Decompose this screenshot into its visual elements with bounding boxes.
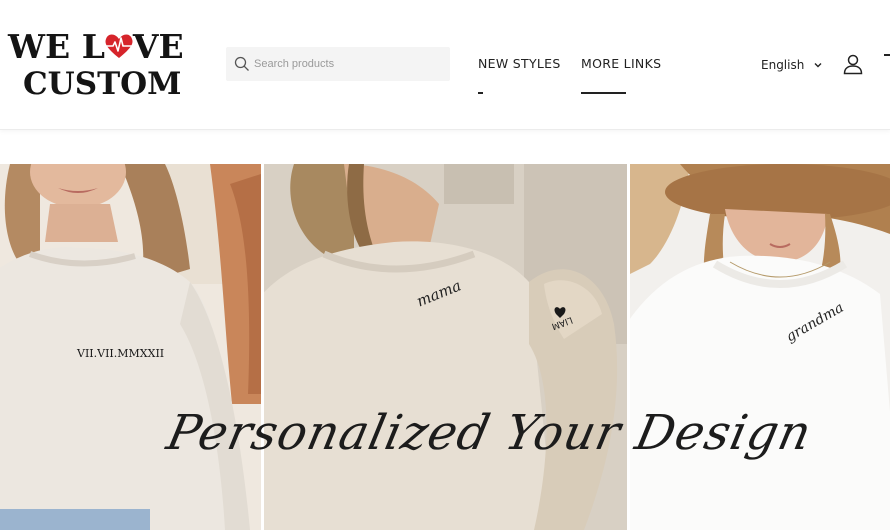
model-photo-1: VII.VII.MMXXII <box>0 164 261 530</box>
site-header: WE LVE CUSTOM NEW STYLES MORE LINKS Engl… <box>0 0 890 130</box>
nav-more-links[interactable]: MORE LINKS <box>581 56 661 71</box>
hero-panel-roman-date: VII.VII.MMXXII <box>0 164 261 530</box>
roman-date-print: VII.VII.MMXXII <box>76 347 164 360</box>
language-label: English <box>761 58 805 72</box>
logo-line-1: WE L VE <box>8 27 184 66</box>
hero-panel-grandma: grandma <box>630 164 890 530</box>
nav-new-styles[interactable]: NEW STYLES <box>478 56 561 71</box>
language-selector[interactable]: English <box>761 56 823 74</box>
banner-tagline: Personalized Your Design <box>162 405 817 461</box>
chevron-down-icon <box>814 63 822 68</box>
hero-banner[interactable]: VII.VII.MMXXII mama LIAM grandma <box>0 164 890 530</box>
logo-line-2: CUSTOM <box>23 66 182 102</box>
nav-active-underline <box>581 92 626 94</box>
model-photo-3: grandma <box>630 164 890 530</box>
heart-icon <box>104 32 134 60</box>
user-icon[interactable] <box>842 53 864 75</box>
cart-icon[interactable] <box>884 54 890 62</box>
search-bar <box>226 47 450 81</box>
nav-indicator <box>478 92 483 94</box>
hero-panel-mama: mama LIAM <box>264 164 627 530</box>
search-icon[interactable] <box>234 56 250 72</box>
model-photo-2: mama LIAM <box>264 164 627 530</box>
search-input[interactable] <box>254 47 444 81</box>
brand-logo[interactable]: WE L VE CUSTOM <box>8 30 184 102</box>
